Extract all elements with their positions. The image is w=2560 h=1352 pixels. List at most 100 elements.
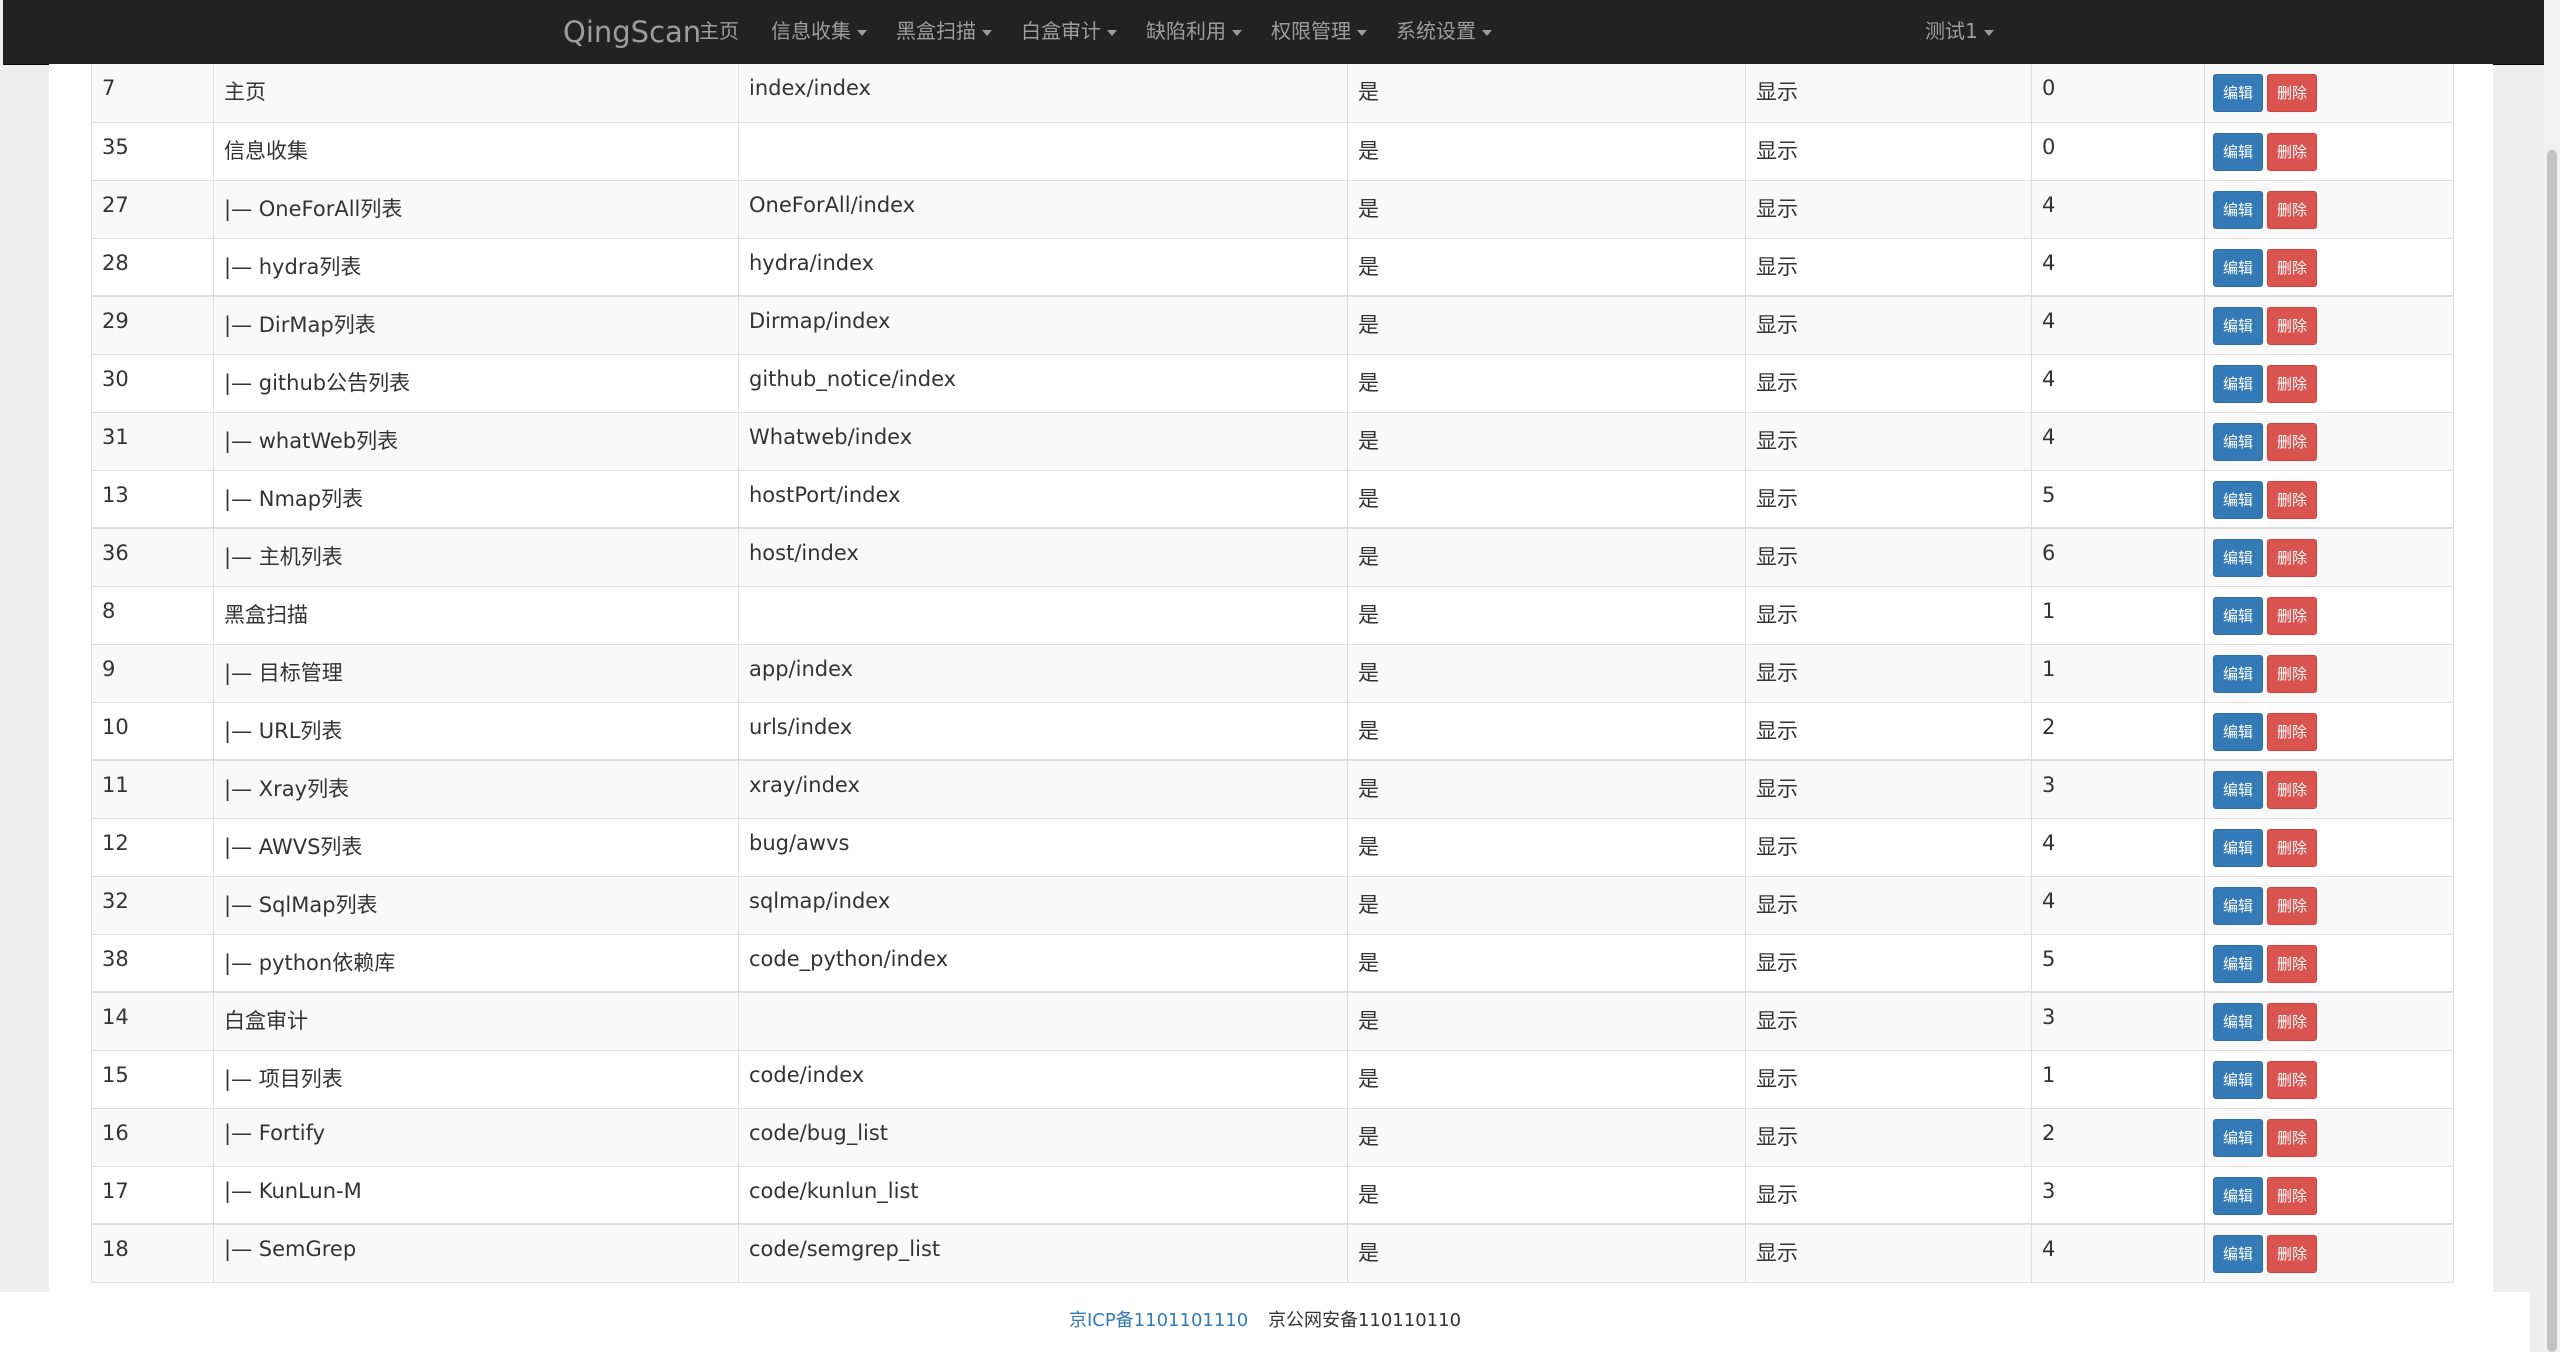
delete-button[interactable]: 删除 [2267, 828, 2318, 867]
brand-link[interactable]: QingScan [563, 0, 701, 64]
cell-actions: 编辑 删除 [2204, 818, 2454, 877]
edit-button[interactable]: 编辑 [2213, 771, 2264, 809]
edit-button[interactable]: 编辑 [2213, 596, 2264, 635]
cell-path [738, 122, 1348, 181]
cell-path: Dirmap/index [738, 295, 1348, 355]
edit-button[interactable]: 编辑 [2213, 1118, 2264, 1157]
delete-button[interactable]: 删除 [2267, 771, 2318, 809]
edit-button[interactable]: 编辑 [2213, 1060, 2264, 1099]
nav-item-label: 缺陷利用 [1146, 19, 1226, 43]
delete-button[interactable]: 删除 [2267, 944, 2318, 983]
delete-button[interactable]: 删除 [2267, 654, 2318, 693]
edit-button[interactable]: 编辑 [2213, 1235, 2264, 1273]
edit-button[interactable]: 编辑 [2213, 307, 2264, 345]
delete-button[interactable]: 删除 [2267, 1060, 2318, 1099]
edit-button[interactable]: 编辑 [2213, 828, 2264, 867]
delete-button[interactable]: 删除 [2267, 480, 2318, 519]
cell-id: 35 [91, 122, 214, 181]
scrollbar-thumb[interactable] [2547, 150, 2557, 1352]
delete-button[interactable]: 删除 [2267, 307, 2318, 345]
cell-id: 12 [91, 818, 214, 877]
edit-button[interactable]: 编辑 [2213, 132, 2264, 171]
police-record: 京公网安备110110110 [1267, 1310, 1462, 1331]
nav-item-info-collect[interactable]: 信息收集 [771, 0, 867, 64]
cell-path: sqlmap/index [738, 876, 1348, 935]
cell-actions: 编辑 删除 [2204, 354, 2454, 413]
cell-actions: 编辑 删除 [2204, 1166, 2454, 1225]
edit-button[interactable]: 编辑 [2213, 422, 2264, 461]
user-menu[interactable]: 测试1 [1925, 0, 1994, 64]
cell-status: 显示 [1745, 470, 2032, 529]
nav-item-label: 主页 [699, 19, 739, 43]
cell-flag: 是 [1347, 586, 1746, 645]
page-scrollbar[interactable] [2544, 0, 2560, 1352]
nav-item-permissions[interactable]: 权限管理 [1271, 0, 1367, 64]
cell-status: 显示 [1745, 354, 2032, 413]
nav-item-blackbox[interactable]: 黑盒扫描 [896, 0, 992, 64]
delete-button[interactable]: 删除 [2267, 74, 2318, 112]
cell-id: 8 [91, 586, 214, 645]
delete-button[interactable]: 删除 [2267, 1176, 2318, 1215]
cell-path: code/semgrep_list [738, 1223, 1348, 1283]
cell-status: 显示 [1745, 122, 2032, 181]
cell-order: 4 [2031, 295, 2205, 355]
cell-actions: 编辑 删除 [2204, 527, 2454, 587]
cell-order: 4 [2031, 180, 2205, 239]
cell-flag: 是 [1347, 934, 1746, 993]
cell-flag: 是 [1347, 991, 1746, 1051]
delete-button[interactable]: 删除 [2267, 1003, 2318, 1041]
edit-button[interactable]: 编辑 [2213, 1176, 2264, 1215]
cell-actions: 编辑 删除 [2204, 295, 2454, 355]
edit-button[interactable]: 编辑 [2213, 944, 2264, 983]
delete-button[interactable]: 删除 [2267, 132, 2318, 171]
icp-link[interactable]: 京ICP备1101101110 [1069, 1310, 1248, 1331]
edit-button[interactable]: 编辑 [2213, 886, 2264, 925]
cell-order: 3 [2031, 759, 2205, 819]
delete-button[interactable]: 删除 [2267, 886, 2318, 925]
edit-button[interactable]: 编辑 [2213, 480, 2264, 519]
edit-button[interactable]: 编辑 [2213, 654, 2264, 693]
content-container: 7 主页 index/index 是显示 0 编辑 删除 35 信息收集是显示 0 编辑 删除 27 |—… [49, 64, 2493, 1292]
edit-button[interactable]: 编辑 [2213, 1003, 2264, 1041]
cell-name: 主页 [213, 64, 739, 123]
nav-item-label: 信息收集 [771, 19, 851, 43]
nav-item-whitebox[interactable]: 白盒审计 [1021, 0, 1117, 64]
edit-button[interactable]: 编辑 [2213, 190, 2264, 229]
nav-item-settings[interactable]: 系统设置 [1396, 0, 1492, 64]
delete-button[interactable]: 删除 [2267, 1235, 2318, 1273]
cell-path: OneForAll/index [738, 180, 1348, 239]
cell-flag: 是 [1347, 1166, 1746, 1225]
delete-button[interactable]: 删除 [2267, 248, 2318, 287]
table-row: 38 |— python依赖库 code_python/index 是显示 5 编辑 删除 [91, 934, 2454, 993]
nav-item-home[interactable]: 主页 [699, 0, 739, 64]
edit-button[interactable]: 编辑 [2213, 74, 2264, 112]
delete-button[interactable]: 删除 [2267, 539, 2318, 577]
edit-button[interactable]: 编辑 [2213, 248, 2264, 287]
cell-id: 7 [91, 64, 214, 123]
delete-button[interactable]: 删除 [2267, 364, 2318, 403]
edit-button[interactable]: 编辑 [2213, 712, 2264, 751]
delete-button[interactable]: 删除 [2267, 712, 2318, 751]
delete-button[interactable]: 删除 [2267, 1118, 2318, 1157]
table-row: 35 信息收集 是显示 0 编辑 删除 [91, 122, 2454, 181]
cell-flag: 是 [1347, 238, 1746, 297]
cell-name: |— SqlMap列表 [213, 876, 739, 935]
delete-button[interactable]: 删除 [2267, 190, 2318, 229]
table-row: 30 |— github公告列表 github_notice/index 是显示 4 编辑… [91, 354, 2454, 413]
edit-button[interactable]: 编辑 [2213, 364, 2264, 403]
cell-status: 显示 [1745, 1108, 2032, 1167]
delete-button[interactable]: 删除 [2267, 596, 2318, 635]
nav-item-exploit[interactable]: 缺陷利用 [1146, 0, 1242, 64]
nav-item-label: 系统设置 [1396, 19, 1476, 43]
delete-button[interactable]: 删除 [2267, 422, 2318, 461]
cell-id: 15 [91, 1050, 214, 1109]
cell-id: 36 [91, 527, 214, 587]
cell-id: 13 [91, 470, 214, 529]
edit-button[interactable]: 编辑 [2213, 539, 2264, 577]
cell-name: |— URL列表 [213, 702, 739, 761]
cell-flag: 是 [1347, 759, 1746, 819]
cell-order: 1 [2031, 644, 2205, 703]
cell-id: 31 [91, 412, 214, 471]
table-row: 12 |— AWVS列表 bug/awvs 是显示 4 编辑 删除 [91, 818, 2454, 877]
cell-id: 10 [91, 702, 214, 761]
